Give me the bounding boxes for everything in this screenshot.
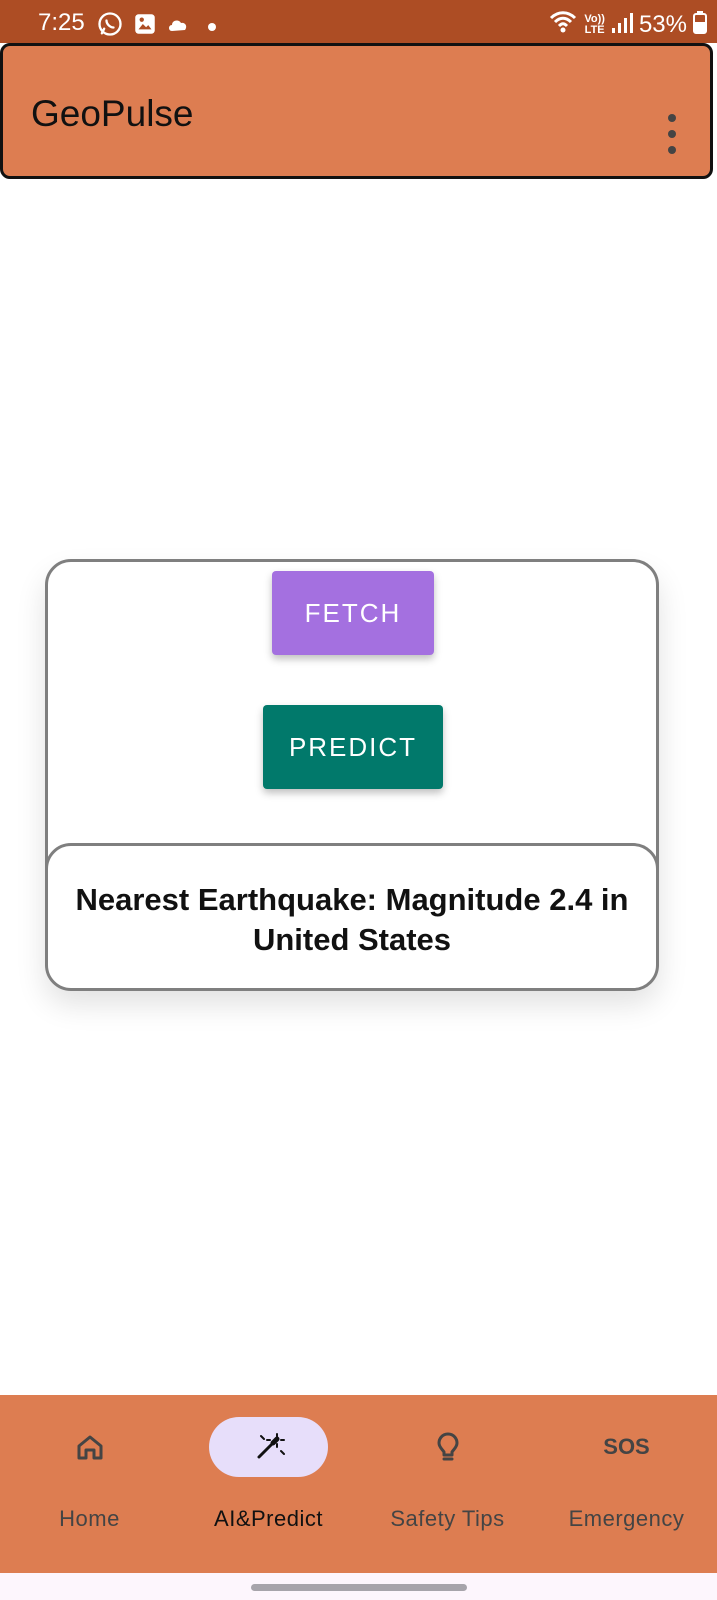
gallery-icon (132, 11, 158, 42)
home-icon (74, 1431, 106, 1463)
volte-icon: Vo)) LTE (584, 12, 605, 36)
system-gesture-area (0, 1573, 717, 1600)
nav-item-ai-predict[interactable]: AI&Predict (179, 1395, 358, 1573)
nearest-earthquake-text: Nearest Earthquake: Magnitude 2.4 in Uni… (75, 882, 629, 957)
nav-label-emergency: Emergency (568, 1506, 685, 1531)
battery-percentage: 53% (638, 10, 687, 38)
more-options-button[interactable] (664, 114, 680, 154)
battery-icon (693, 10, 707, 39)
home-gesture-handle[interactable] (251, 1584, 467, 1591)
more-vertical-icon (668, 114, 676, 122)
earthquake-card: FETCH PREDICT Nearest Earthquake: Magnit… (45, 559, 659, 991)
status-time: 7:25 (38, 9, 85, 36)
nav-item-safety-tips[interactable]: Safety Tips (358, 1395, 537, 1573)
lightbulb-icon (432, 1431, 464, 1463)
nav-label-home: Home (59, 1506, 120, 1531)
nav-label-ai-predict: AI&Predict (214, 1506, 323, 1531)
magic-wand-icon (253, 1431, 285, 1463)
sos-icon: SOS (603, 1434, 650, 1459)
nav-label-safety-tips: Safety Tips (390, 1506, 505, 1531)
result-panel: Nearest Earthquake: Magnitude 2.4 in Uni… (45, 843, 659, 991)
nav-item-home[interactable]: Home (0, 1395, 179, 1573)
cloud-icon (166, 14, 190, 39)
signal-icon (611, 10, 633, 39)
app-bar: GeoPulse (0, 43, 713, 179)
status-right-icons: Vo)) LTE 53% (548, 9, 707, 40)
bottom-navigation: Home AI&Predict Safety Tips SOS Emergenc… (0, 1395, 717, 1573)
status-bar: 7:25 Vo)) LTE 53% (0, 0, 717, 43)
status-left-icons (96, 10, 216, 43)
fetch-button[interactable]: FETCH (272, 571, 434, 655)
nav-item-emergency[interactable]: SOS Emergency (537, 1395, 716, 1573)
wifi-icon (548, 9, 578, 40)
dot-icon (208, 22, 216, 31)
whatsapp-icon (96, 10, 124, 43)
app-title: GeoPulse (31, 93, 194, 134)
predict-button[interactable]: PREDICT (263, 705, 443, 789)
